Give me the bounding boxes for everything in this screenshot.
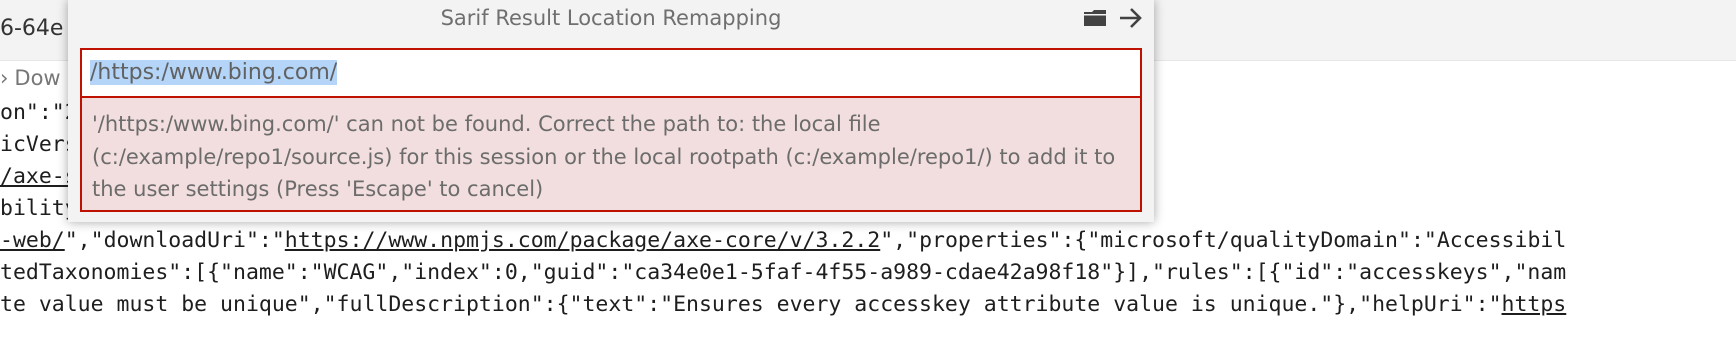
code-text: on":"2 <box>0 100 78 125</box>
remap-path-input[interactable]: /https:/www.bing.com/ <box>80 48 1142 96</box>
code-line[interactable]: -web/","downloadUri":"https://www.npmjs.… <box>0 228 1736 262</box>
code-line[interactable]: tedTaxonomies":[{"name":"WCAG","index":0… <box>0 260 1736 294</box>
code-link[interactable]: https <box>1502 292 1567 317</box>
chevron-right-icon: › <box>0 66 9 90</box>
validation-message: '/https:/www.bing.com/' can not be found… <box>80 96 1142 212</box>
breadcrumb[interactable]: › Dow <box>0 66 61 94</box>
folder-icon[interactable] <box>1082 5 1108 31</box>
code-text: ","properties":{"microsoft/qualityDomain… <box>880 228 1567 253</box>
editor-tab-title[interactable]: 6-64e <box>0 16 63 41</box>
code-text: icVers <box>0 132 78 157</box>
quick-input-actions <box>1082 4 1144 32</box>
code-text: bility <box>0 196 78 221</box>
quick-input-title: Sarif Result Location Remapping <box>440 6 782 30</box>
code-text: te value must be unique","fullDescriptio… <box>0 292 1502 317</box>
code-text: tedTaxonomies":[{"name":"WCAG","index":0… <box>0 260 1567 285</box>
arrow-right-icon[interactable] <box>1118 5 1144 31</box>
code-line[interactable]: te value must be unique","fullDescriptio… <box>0 292 1736 326</box>
quick-input-widget: Sarif Result Location Remapping /https:/… <box>68 0 1154 222</box>
code-link[interactable]: -web/ <box>0 228 65 253</box>
code-link[interactable]: /axe-s <box>0 164 78 189</box>
breadcrumb-item[interactable]: Dow <box>14 66 60 90</box>
code-link[interactable]: https://www.npmjs.com/package/axe-core/v… <box>285 228 880 253</box>
input-selected-text: /https:/www.bing.com/ <box>90 60 338 85</box>
code-text: ","downloadUri":" <box>64 228 285 253</box>
